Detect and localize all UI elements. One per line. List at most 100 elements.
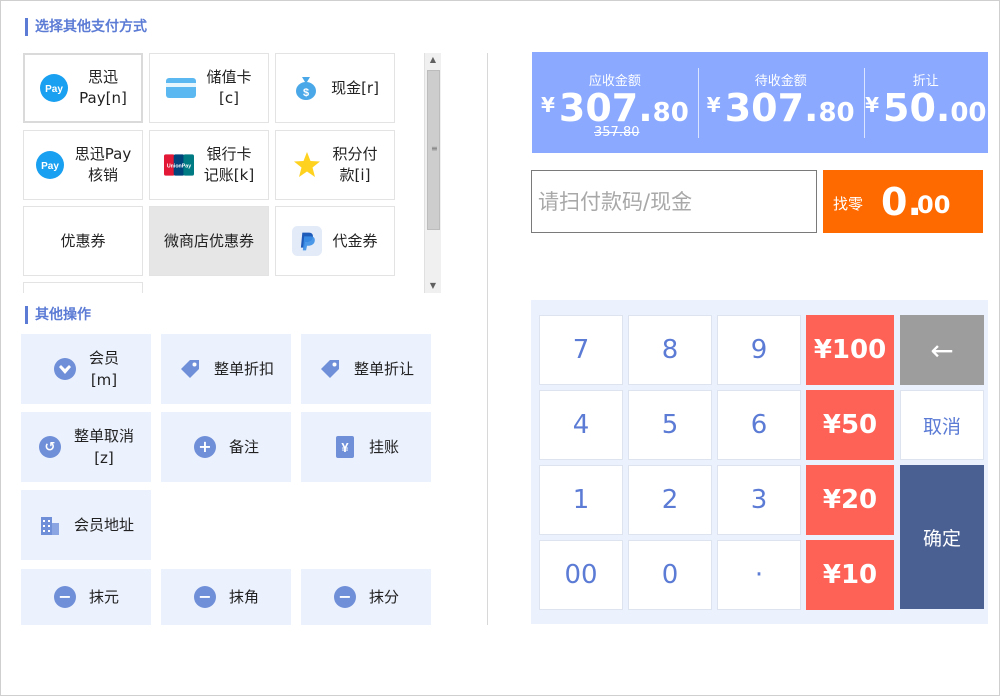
pay-tile-siyun-pay[interactable]: Pay 思迅 Pay[n] — [23, 53, 143, 123]
currency-symbol: ¥ — [706, 93, 721, 117]
cancel-key[interactable]: 取消 — [900, 390, 984, 460]
pay-tile-coupon[interactable]: 优惠券 — [23, 206, 143, 276]
order-discount-label: 整单折扣 — [213, 360, 274, 378]
scroll-up-icon[interactable]: ▲ — [425, 53, 441, 67]
tag-icon — [178, 357, 202, 381]
order-cancel-button[interactable]: ↺ 整单取消 [z] — [21, 412, 151, 482]
amount-dec: 00 — [950, 98, 987, 128]
key-6[interactable]: 6 — [717, 390, 801, 460]
key-9[interactable]: 9 — [717, 315, 801, 385]
member-label: 会员 [m] — [88, 349, 119, 389]
currency-symbol: ¥ — [540, 93, 555, 117]
paypal-voucher-icon — [292, 226, 323, 256]
charge-account-label: 挂账 — [368, 438, 399, 456]
payment-grid: Pay 思迅 Pay[n] 储值卡 [c] $ 现金[r] Pay 思迅Pay … — [23, 53, 441, 293]
minus-circle-icon: − — [193, 585, 217, 609]
change-dec: 00 — [917, 191, 951, 219]
pay-tile-voucher[interactable]: 代金券 — [275, 206, 395, 276]
svg-text:Pay: Pay — [45, 84, 63, 95]
member-icon — [53, 357, 77, 381]
round-fen-button[interactable]: − 抹分 — [301, 569, 431, 625]
tag-icon — [318, 357, 342, 381]
order-discount-button[interactable]: 整单折扣 — [161, 334, 291, 404]
pay-tile-siyun-pay-writeoff[interactable]: Pay 思迅Pay 核销 — [23, 130, 143, 200]
amount-int: 307. — [724, 86, 819, 130]
change-int: 0. — [881, 180, 922, 224]
key-dot[interactable]: · — [717, 540, 801, 610]
stored-card-icon — [166, 73, 197, 103]
panel-divider — [487, 53, 488, 625]
star-points-icon — [292, 150, 322, 180]
svg-text:¥: ¥ — [341, 440, 349, 455]
receivable-value: ¥307.80 — [532, 86, 698, 130]
pending-amount: 待收金额 ¥307.80 — [697, 52, 864, 153]
confirm-key[interactable]: 确定 — [900, 465, 984, 609]
key-1[interactable]: 1 — [539, 465, 623, 535]
scrollbar-thumb[interactable]: ≡ — [427, 70, 440, 230]
amount-int: 307. — [558, 86, 653, 130]
amount-dec: 80 — [652, 98, 689, 128]
remark-label: 备注 — [228, 438, 259, 456]
round-jiao-button[interactable]: − 抹角 — [161, 569, 291, 625]
amount-dec: 80 — [818, 98, 855, 128]
minus-circle-icon: − — [333, 585, 357, 609]
pay-tile-label: 代金券 — [332, 231, 378, 250]
key-50-yuan[interactable]: ¥50 — [806, 390, 894, 460]
pay-tile-more[interactable] — [23, 282, 143, 293]
pay-tile-label: 思迅 Pay[n] — [79, 68, 127, 107]
svg-text:UnionPay: UnionPay — [167, 164, 191, 170]
building-icon — [38, 513, 62, 537]
order-allowance-button[interactable]: 整单折让 — [301, 334, 431, 404]
plus-circle-icon: + — [193, 435, 217, 459]
grip-icon: ≡ — [431, 144, 438, 153]
key-2[interactable]: 2 — [628, 465, 712, 535]
payment-scrollbar[interactable]: ▲ ≡ ▼ — [424, 53, 441, 293]
pay-tile-label: 微商店优惠券 — [163, 231, 254, 250]
currency-symbol: ¥ — [865, 93, 879, 117]
key-7[interactable]: 7 — [539, 315, 623, 385]
unionpay-icon: UnionPay — [163, 150, 194, 180]
ops-section-title: 其他操作 — [25, 306, 91, 324]
siyun-pay-icon: Pay — [39, 73, 69, 103]
key-4[interactable]: 4 — [539, 390, 623, 460]
order-cancel-label: 整单取消 [z] — [73, 427, 134, 467]
pay-tile-label: 优惠券 — [60, 231, 106, 250]
scan-payment-input[interactable] — [531, 170, 817, 233]
member-button[interactable]: 会员 [m] — [21, 334, 151, 404]
change-label: 找零 — [833, 195, 864, 213]
scroll-down-icon[interactable]: ▼ — [425, 279, 441, 293]
keypad: 7 8 9 ¥100 ← 4 5 6 ¥50 取消 1 2 3 ¥20 确定 0… — [531, 300, 988, 624]
key-3[interactable]: 3 — [717, 465, 801, 535]
pay-tile-cash[interactable]: $ 现金[r] — [275, 53, 395, 123]
member-address-button[interactable]: 会员地址 — [21, 490, 151, 560]
siyun-pay-icon: Pay — [35, 150, 65, 180]
order-allowance-label: 整单折让 — [353, 360, 414, 378]
pay-section-title: 选择其他支付方式 — [25, 18, 147, 36]
charge-account-button[interactable]: ¥ 挂账 — [301, 412, 431, 482]
key-5[interactable]: 5 — [628, 390, 712, 460]
key-100-yuan[interactable]: ¥100 — [806, 315, 894, 385]
key-20-yuan[interactable]: ¥20 — [806, 465, 894, 535]
pay-tile-stored-card[interactable]: 储值卡 [c] — [149, 53, 269, 123]
pay-tile-bank-card[interactable]: UnionPay 银行卡 记账[k] — [149, 130, 269, 200]
round-yuan-button[interactable]: − 抹元 — [21, 569, 151, 625]
key-00[interactable]: 00 — [539, 540, 623, 610]
original-amount: 357.80 — [594, 125, 640, 140]
undo-icon: ↺ — [38, 435, 62, 459]
key-8[interactable]: 8 — [628, 315, 712, 385]
amount-int: 50. — [883, 86, 951, 130]
member-address-label: 会员地址 — [73, 516, 134, 534]
pay-tile-wechat-store-coupon[interactable]: 微商店优惠券 — [149, 206, 269, 276]
discount-value: ¥50.00 — [864, 86, 988, 130]
pay-tile-points[interactable]: 积分付 款[i] — [275, 130, 395, 200]
round-fen-label: 抹分 — [368, 588, 399, 606]
discount-amount: 折让 ¥50.00 — [863, 52, 988, 153]
pay-tile-label: 积分付 款[i] — [332, 145, 378, 184]
round-yuan-label: 抹元 — [88, 588, 119, 606]
backspace-key[interactable]: ← — [900, 315, 984, 385]
key-10-yuan[interactable]: ¥10 — [806, 540, 894, 610]
yen-ledger-icon: ¥ — [333, 435, 357, 459]
remark-button[interactable]: + 备注 — [161, 412, 291, 482]
pay-tile-label: 储值卡 [c] — [206, 68, 252, 107]
key-0[interactable]: 0 — [628, 540, 712, 610]
